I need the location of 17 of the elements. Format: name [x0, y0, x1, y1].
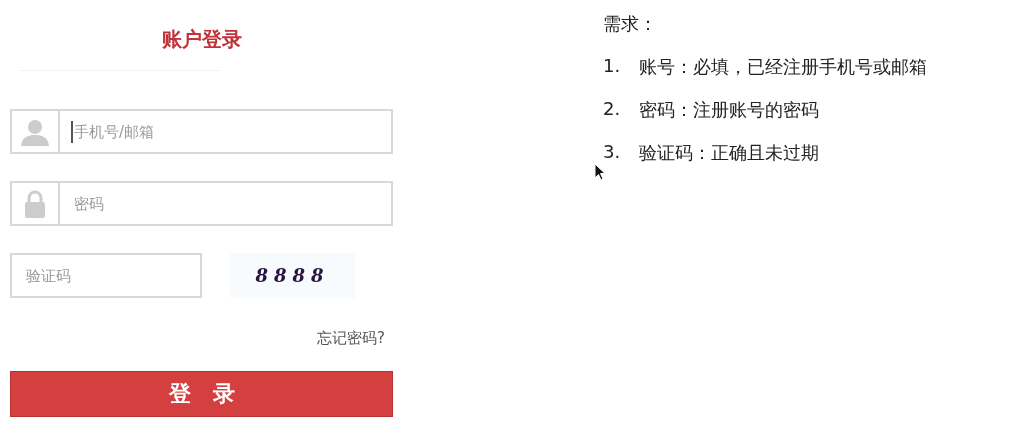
user-icon — [20, 117, 50, 146]
cursor-icon — [594, 163, 606, 181]
lock-icon — [24, 189, 46, 218]
captcha-image: 8888 — [230, 253, 355, 298]
requirement-text: 账号：必填，已经注册手机号或邮箱 — [639, 55, 927, 79]
login-button[interactable]: 登 录 — [10, 371, 393, 417]
list-number: 2. — [603, 98, 622, 121]
list-number: 1. — [603, 55, 622, 78]
requirement-text: 验证码：正确且未过期 — [639, 141, 819, 165]
requirements-title: 需求： — [603, 12, 658, 36]
captcha-box[interactable]: 验证码 — [10, 253, 202, 298]
requirement-text: 密码：注册账号的密码 — [639, 98, 819, 122]
list-number: 3. — [603, 141, 622, 164]
input-box[interactable]: 密码 — [10, 181, 393, 226]
login-title: 账户登录 — [160, 26, 243, 52]
forgot-password-link[interactable]: 忘记密码? — [317, 329, 385, 348]
input-box[interactable]: 手机号/邮箱 — [10, 109, 393, 154]
